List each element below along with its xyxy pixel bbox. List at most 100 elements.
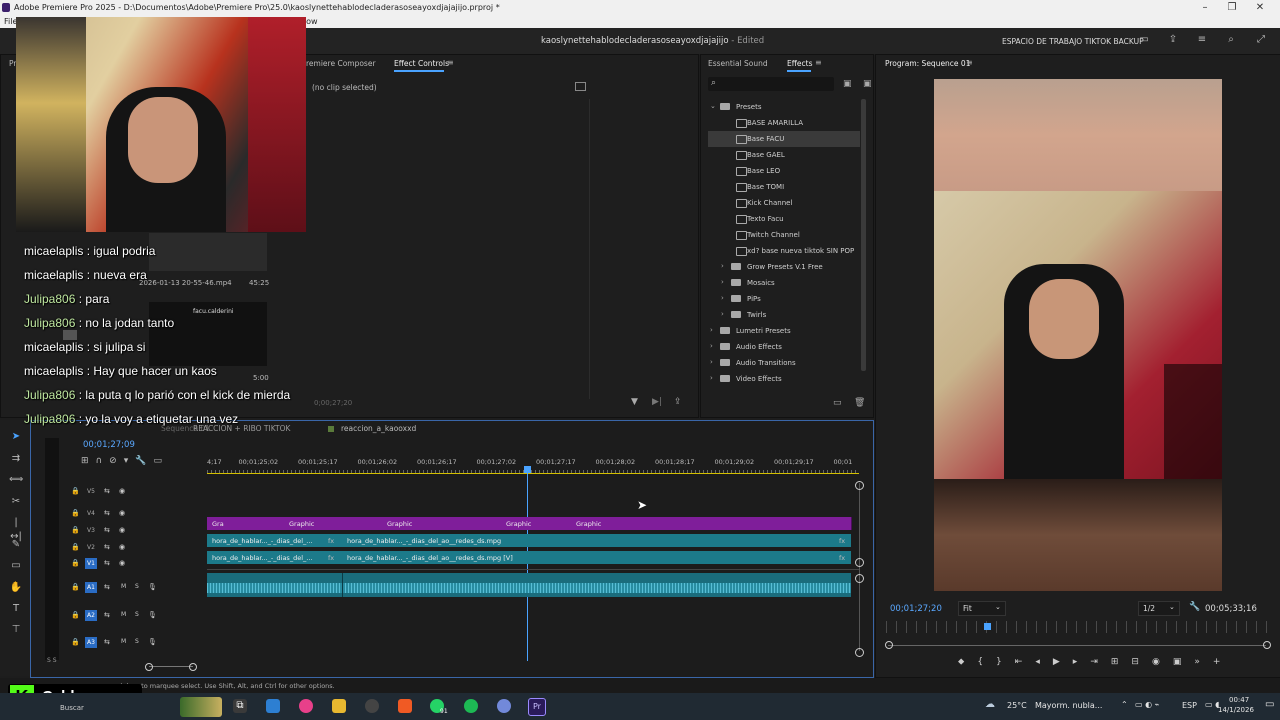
- microphone-icon[interactable]: 🎙: [148, 583, 157, 591]
- new-bin-icon[interactable]: ▭: [833, 398, 842, 408]
- eye-icon[interactable]: ◉: [119, 509, 125, 517]
- weather-desc[interactable]: Mayorm. nubla...: [1035, 701, 1102, 710]
- export-frame-icon[interactable]: ◉: [1152, 657, 1173, 667]
- effects-item[interactable]: › Video Effects: [708, 371, 860, 387]
- extract-icon[interactable]: ⊟: [1131, 657, 1152, 667]
- eye-icon[interactable]: ◉: [119, 526, 125, 534]
- caption-tool-icon[interactable]: ⊤: [9, 623, 23, 637]
- solo-button[interactable]: S: [135, 638, 139, 645]
- weather-icon[interactable]: ☁: [985, 699, 995, 710]
- playhead-line[interactable]: [527, 471, 528, 661]
- sync-lock-icon[interactable]: ⇆: [104, 559, 110, 567]
- discord-icon[interactable]: [497, 699, 511, 713]
- microphone-icon[interactable]: 🎙: [148, 638, 157, 646]
- expand-icon[interactable]: [575, 82, 586, 91]
- tab-menu-icon[interactable]: ≡: [447, 58, 454, 67]
- export-icon[interactable]: ⇪: [674, 397, 682, 407]
- add-icon[interactable]: +: [1213, 657, 1234, 667]
- tab-effects[interactable]: Effects: [787, 59, 813, 68]
- slip-tool-icon[interactable]: |↔|: [9, 516, 23, 542]
- effects-item[interactable]: Base GAEL: [708, 147, 860, 163]
- fit-select[interactable]: Fit ⌄: [958, 601, 1006, 616]
- program-playhead[interactable]: [984, 623, 991, 630]
- store-icon[interactable]: [266, 699, 280, 713]
- tab-essential-sound[interactable]: Essential Sound: [708, 59, 768, 68]
- a1-audio-clip[interactable]: [207, 573, 851, 597]
- hand-tool-icon[interactable]: ✋: [9, 581, 23, 595]
- chevron-right-icon[interactable]: ›: [721, 262, 724, 270]
- solo-button[interactable]: S: [135, 611, 139, 618]
- sync-lock-icon[interactable]: ⇆: [104, 611, 110, 619]
- track-target[interactable]: V1: [85, 558, 97, 569]
- vscroll-handle-top[interactable]: [855, 481, 864, 490]
- step-forward-icon[interactable]: ▸: [1073, 657, 1091, 667]
- notifications-icon[interactable]: ▭: [1265, 699, 1274, 710]
- mute-button[interactable]: M: [121, 611, 126, 618]
- tab-premiere-composer[interactable]: remiere Composer: [306, 59, 376, 68]
- accelerated-effects-icon[interactable]: ▣: [843, 79, 852, 89]
- language-indicator[interactable]: ESP: [1182, 701, 1197, 710]
- pen-tool-icon[interactable]: ✎: [9, 538, 23, 552]
- effects-item[interactable]: › Audio Effects: [708, 339, 860, 355]
- track-target[interactable]: V2: [85, 542, 97, 553]
- graphic-clip[interactable]: Graphic: [490, 517, 559, 530]
- search-icon[interactable]: ⌕: [1225, 34, 1237, 46]
- chevron-right-icon[interactable]: ›: [721, 310, 724, 318]
- lock-icon[interactable]: 🔒: [71, 526, 80, 534]
- minimize-icon[interactable]: –: [1196, 2, 1214, 13]
- eye-icon[interactable]: ◉: [119, 559, 125, 567]
- microphone-icon[interactable]: 🎙: [148, 611, 157, 619]
- step-back-icon[interactable]: ◂: [1035, 657, 1053, 667]
- lock-icon[interactable]: 🔒: [71, 559, 80, 567]
- eye-icon[interactable]: ◉: [119, 487, 125, 495]
- effects-item[interactable]: › Twirls: [708, 307, 860, 323]
- sync-lock-icon[interactable]: ⇆: [104, 583, 110, 591]
- sync-lock-icon[interactable]: ⇆: [104, 638, 110, 646]
- vscroll-handle-audio[interactable]: [855, 574, 864, 583]
- sync-lock-icon[interactable]: ⇆: [104, 487, 110, 495]
- lift-icon[interactable]: ⊞: [1111, 657, 1132, 667]
- timeline-hscroll[interactable]: [149, 666, 193, 667]
- lock-icon[interactable]: 🔒: [71, 487, 80, 495]
- sync-lock-icon[interactable]: ⇆: [104, 526, 110, 534]
- tab-program[interactable]: Program: Sequence 01: [885, 59, 970, 68]
- fullscreen-icon[interactable]: ⤢: [1255, 34, 1267, 46]
- chevron-right-icon[interactable]: ›: [710, 374, 713, 382]
- nest-icon[interactable]: ⊞: [81, 456, 96, 466]
- chevron-right-icon[interactable]: ›: [710, 342, 713, 350]
- graphic-clip[interactable]: Graphic: [343, 517, 491, 530]
- resolution-select[interactable]: 1/2 ⌄: [1138, 601, 1180, 616]
- chevron-right-icon[interactable]: ›: [721, 278, 724, 286]
- program-timecode[interactable]: 00;01;27;20: [890, 604, 942, 614]
- effects-item[interactable]: Twitch Channel: [708, 227, 860, 243]
- track-target[interactable]: A2: [85, 610, 97, 621]
- track-target[interactable]: A3: [85, 637, 97, 648]
- mark-out-icon[interactable]: }: [996, 657, 1015, 667]
- file-explorer-icon[interactable]: [332, 699, 346, 713]
- hscroll-handle-left[interactable]: [145, 663, 153, 671]
- hscroll-handle-right[interactable]: [189, 663, 197, 671]
- restore-icon[interactable]: ❐: [1223, 2, 1241, 13]
- effects-item[interactable]: ⌄ Presets: [708, 99, 860, 115]
- effects-item[interactable]: › Grow Presets V.1 Free: [708, 259, 860, 275]
- effects-item[interactable]: › Lumetri Presets: [708, 323, 860, 339]
- sync-lock-icon[interactable]: ⇆: [104, 509, 110, 517]
- lock-icon[interactable]: 🔒: [71, 611, 80, 619]
- transport-controls[interactable]: ⬥{}⇤◂▶▸⇥⊞⊟◉▣»+: [958, 657, 1233, 667]
- track-target[interactable]: V4: [85, 508, 97, 519]
- v1-clip-2[interactable]: hora_de_hablar..._-_dias_del_ao__redes_d…: [343, 551, 851, 564]
- tab-reaccion-kaooxxd[interactable]: reaccion_a_kaooxxd: [341, 424, 416, 433]
- zoom-handle-left[interactable]: [885, 641, 893, 649]
- wrench-icon[interactable]: 🔧: [1189, 602, 1200, 612]
- filter-icon[interactable]: ▼: [631, 397, 638, 407]
- play-only-icon[interactable]: ▶|: [652, 397, 662, 407]
- workspace-name[interactable]: ESPACIO DE TRABAJO TIKTOK BACKUP: [1002, 37, 1144, 46]
- v2-clip-1[interactable]: hora_de_hablar..._-_dias_del_... fx: [207, 534, 343, 547]
- v1-clip-1[interactable]: hora_de_hablar..._-_dias_del_... fx: [207, 551, 343, 564]
- tray-icons[interactable]: ▭ ◐ ⌁: [1135, 700, 1159, 709]
- chevron-right-icon[interactable]: ›: [710, 358, 713, 366]
- solo-button[interactable]: S: [135, 583, 139, 590]
- effects-item[interactable]: Base LEO: [708, 163, 860, 179]
- vscroll-handle-bottom[interactable]: [855, 648, 864, 657]
- timeline-settings-icon[interactable]: 🔧: [135, 456, 153, 466]
